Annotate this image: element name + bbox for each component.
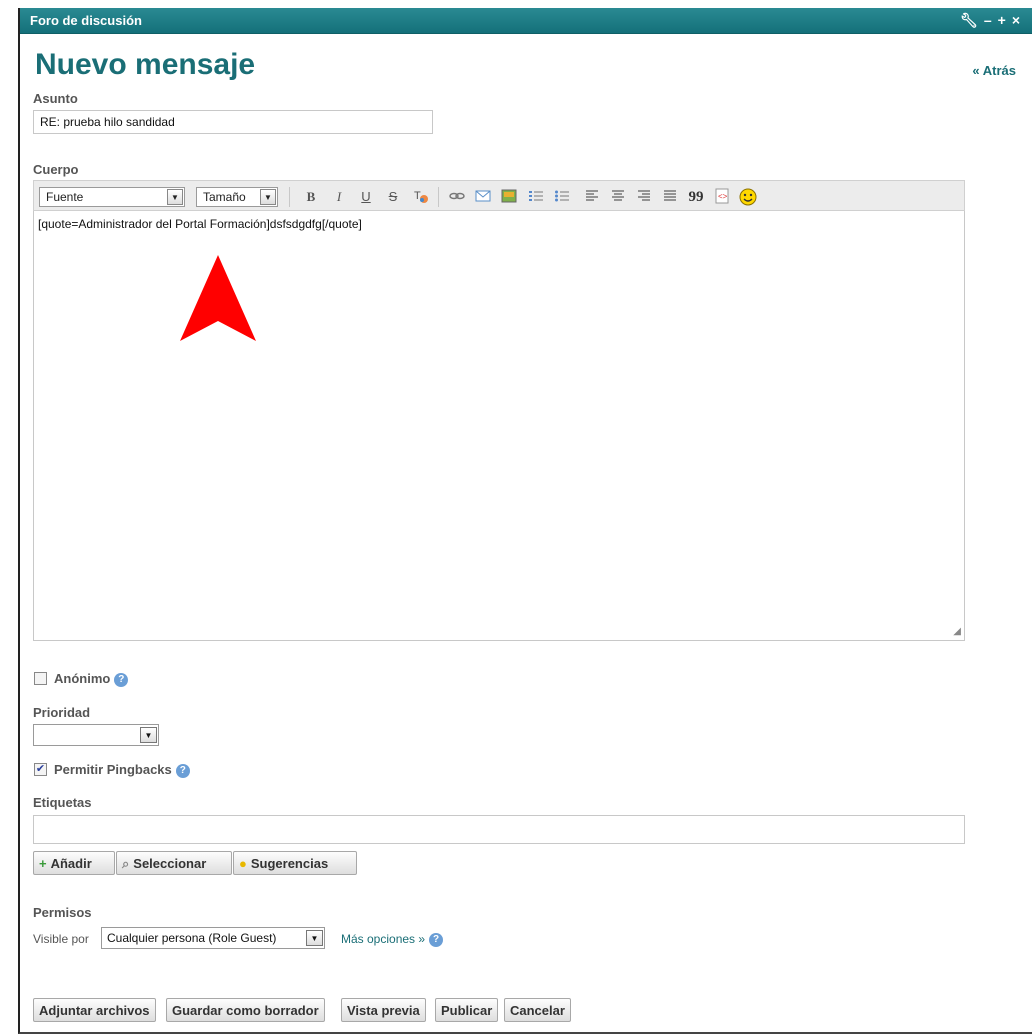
link-icon[interactable]	[448, 188, 466, 206]
font-select[interactable]: Fuente ▼	[39, 187, 185, 207]
resize-grip-icon[interactable]: ◢	[953, 626, 961, 637]
align-center-icon[interactable]	[609, 188, 627, 206]
priority-select[interactable]: ▼	[33, 724, 159, 746]
attach-files-button[interactable]: Adjuntar archivos	[33, 998, 156, 1022]
toolbar-separator	[289, 187, 290, 207]
bold-icon[interactable]: B	[302, 188, 320, 206]
add-tag-button[interactable]: + Añadir	[33, 851, 115, 875]
anonymous-label: Anónimo?	[54, 671, 129, 687]
text-color-icon[interactable]: T	[412, 188, 430, 206]
strikethrough-icon[interactable]: S	[384, 188, 402, 206]
size-select[interactable]: Tamaño ▼	[196, 187, 278, 207]
editor-toolbar: Fuente ▼ Tamaño ▼ B I U S T 99 <>	[33, 180, 965, 211]
svg-text:<>: <>	[718, 192, 728, 201]
pingbacks-label: Permitir Pingbacks?	[54, 762, 190, 778]
justify-icon[interactable]	[661, 188, 679, 206]
close-icon[interactable]: ×	[1012, 12, 1026, 28]
save-draft-button[interactable]: Guardar como borrador	[166, 998, 325, 1022]
suggestions-button[interactable]: ● Sugerencias	[233, 851, 357, 875]
quote-icon[interactable]: 99	[687, 188, 705, 206]
red-arrow-annotation	[180, 255, 256, 341]
preview-button[interactable]: Vista previa	[341, 998, 426, 1022]
visibility-select[interactable]: Cualquier persona (Role Guest) ▼	[101, 927, 325, 949]
more-options-link[interactable]: Más opciones »	[341, 932, 425, 946]
chevron-down-icon: ▼	[167, 189, 183, 205]
email-icon[interactable]	[474, 188, 492, 206]
page-title: Nuevo mensaje	[35, 48, 256, 81]
speech-bubble-icon: ●	[239, 856, 247, 871]
portlet-window: Foro de discusión 🔧︎–+× Nuevo mensaje « …	[18, 8, 1032, 1034]
tags-label: Etiquetas	[33, 795, 92, 810]
publish-button[interactable]: Publicar	[435, 998, 499, 1022]
chevron-down-icon: ▼	[140, 727, 157, 743]
italic-icon[interactable]: I	[330, 188, 348, 206]
underline-icon[interactable]: U	[357, 188, 375, 206]
align-left-icon[interactable]	[583, 188, 601, 206]
help-icon[interactable]: ?	[114, 672, 129, 687]
code-icon[interactable]: <>	[713, 188, 731, 206]
subject-input[interactable]	[33, 110, 433, 134]
portlet-titlebar: Foro de discusión 🔧︎–+×	[20, 8, 1032, 34]
portlet-title: Foro de discusión	[30, 13, 142, 28]
cancel-button[interactable]: Cancelar	[504, 998, 571, 1022]
select-tags-button[interactable]: ⌕ Seleccionar	[116, 851, 232, 875]
more-options-container: Más opciones »?	[341, 932, 444, 947]
help-icon[interactable]: ?	[175, 763, 190, 778]
subject-label: Asunto	[33, 91, 78, 106]
magnifier-icon: ⌕	[122, 856, 130, 871]
pingbacks-checkbox[interactable]: ✔	[34, 763, 47, 776]
align-right-icon[interactable]	[635, 188, 653, 206]
ordered-list-icon[interactable]	[527, 188, 545, 206]
anonymous-checkbox[interactable]	[34, 672, 47, 685]
back-link[interactable]: « Atrás	[972, 63, 1016, 78]
svg-text:T: T	[414, 190, 421, 202]
body-label: Cuerpo	[33, 162, 79, 177]
visible-by-label: Visible por	[33, 932, 89, 946]
help-icon[interactable]: ?	[429, 932, 444, 947]
unordered-list-icon[interactable]	[553, 188, 571, 206]
chevron-down-icon: ▼	[260, 189, 276, 205]
editor-content: [quote=Administrador del Portal Formació…	[38, 217, 362, 231]
tags-input[interactable]	[33, 815, 965, 844]
permissions-label: Permisos	[33, 905, 92, 920]
chevron-down-icon: ▼	[306, 930, 323, 946]
minimize-icon[interactable]: –	[984, 12, 998, 28]
wrench-icon[interactable]: 🔧︎	[960, 12, 984, 28]
priority-label: Prioridad	[33, 705, 91, 720]
maximize-icon[interactable]: +	[998, 12, 1012, 28]
image-icon[interactable]	[500, 188, 518, 206]
plus-icon: +	[39, 856, 47, 871]
emoticon-icon[interactable]	[739, 188, 757, 206]
editor-textarea[interactable]: [quote=Administrador del Portal Formació…	[33, 211, 965, 641]
toolbar-separator	[438, 187, 439, 207]
